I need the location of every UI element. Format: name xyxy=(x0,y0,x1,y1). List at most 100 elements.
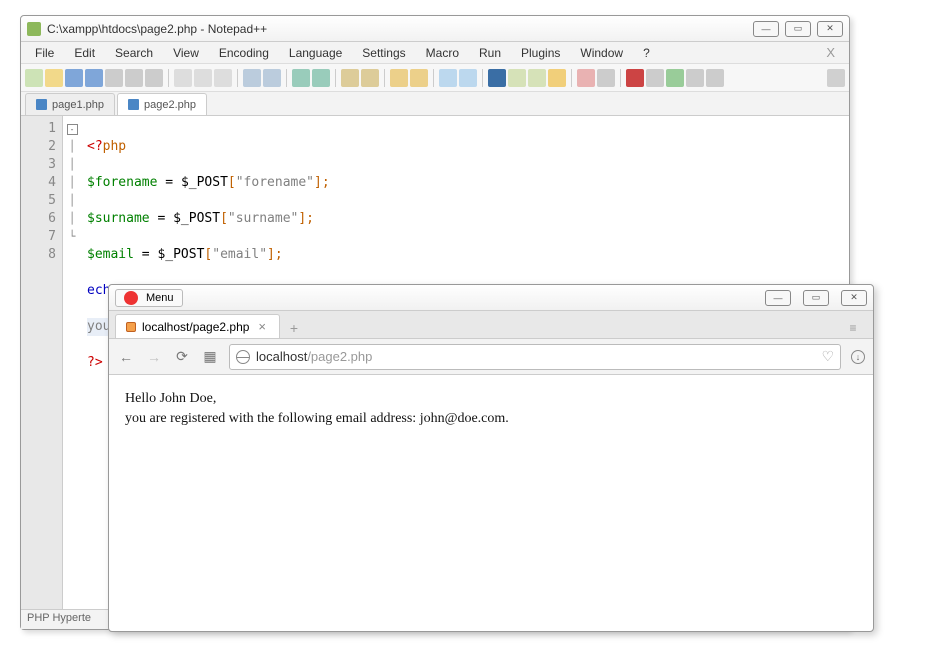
file-tab-page2[interactable]: page2.php xyxy=(117,93,207,115)
browser-window: Menu — ▭ ✕ localhost/page2.php × + ≡ ← →… xyxy=(108,284,874,632)
tab-label: page2.php xyxy=(144,99,196,111)
close-button[interactable]: ✕ xyxy=(817,21,843,37)
menu-plugins[interactable]: Plugins xyxy=(511,44,570,62)
file-tab-page1[interactable]: page1.php xyxy=(25,93,115,115)
toolbar-undo-icon[interactable] xyxy=(243,69,261,87)
toolbar-invis-icon[interactable] xyxy=(459,69,477,87)
reload-button[interactable]: ⟳ xyxy=(173,348,191,366)
toolbar-separator xyxy=(168,69,169,87)
opera-menu-button[interactable]: Menu xyxy=(115,289,183,307)
browser-titlebar[interactable]: Menu — ▭ ✕ xyxy=(109,285,873,311)
forward-button[interactable]: → xyxy=(145,348,163,366)
minimize-button[interactable]: — xyxy=(753,21,779,37)
address-bar[interactable]: localhost/page2.php ♡ xyxy=(229,344,841,370)
bookmark-icon[interactable]: ♡ xyxy=(821,348,834,365)
browser-maximize-button[interactable]: ▭ xyxy=(803,290,829,306)
toolbar-separator xyxy=(620,69,621,87)
speed-dial-button[interactable]: ▦ xyxy=(201,348,219,366)
browser-tab-label: localhost/page2.php xyxy=(142,320,249,334)
opera-icon xyxy=(124,291,138,305)
toolbar-indent-icon[interactable] xyxy=(488,69,506,87)
menu-close-x[interactable]: X xyxy=(816,45,845,60)
line-number: 3 xyxy=(21,156,56,174)
menu-edit[interactable]: Edit xyxy=(64,44,105,62)
toolbar-separator xyxy=(571,69,572,87)
toolbar-savemacro-icon[interactable] xyxy=(706,69,724,87)
tab-close-icon[interactable]: × xyxy=(255,319,269,334)
notepad-app-icon xyxy=(27,22,41,36)
fold-toggle-icon[interactable]: - xyxy=(67,124,78,135)
toolbar-doclist-icon[interactable] xyxy=(597,69,615,87)
toolbar-separator xyxy=(237,69,238,87)
menu-encoding[interactable]: Encoding xyxy=(209,44,279,62)
menu-run[interactable]: Run xyxy=(469,44,511,62)
toolbar-open-icon[interactable] xyxy=(45,69,63,87)
toolbar-sync-icon[interactable] xyxy=(390,69,408,87)
browser-tab-bar: localhost/page2.php × + ≡ xyxy=(109,311,873,339)
toolbar-doc-icon[interactable] xyxy=(548,69,566,87)
line-number: 4 xyxy=(21,174,56,192)
toolbar-closeall-icon[interactable] xyxy=(125,69,143,87)
browser-extensions-icon[interactable]: ≡ xyxy=(839,318,867,338)
toolbar-separator xyxy=(335,69,336,87)
line-number: 2 xyxy=(21,138,56,156)
menu-settings[interactable]: Settings xyxy=(352,44,415,62)
toolbar-play-icon[interactable] xyxy=(666,69,684,87)
toolbar-zoomout-icon[interactable] xyxy=(361,69,379,87)
line-number: 5 xyxy=(21,192,56,210)
toolbar-playmulti-icon[interactable] xyxy=(686,69,704,87)
maximize-button[interactable]: ▭ xyxy=(785,21,811,37)
line-number: 1 xyxy=(21,120,56,138)
toolbar-print-icon[interactable] xyxy=(145,69,163,87)
toolbar-saveall-icon[interactable] xyxy=(85,69,103,87)
toolbar-close-icon[interactable] xyxy=(105,69,123,87)
toolbar-right-icon[interactable] xyxy=(827,69,845,87)
globe-icon xyxy=(236,350,250,364)
menu-file[interactable]: File xyxy=(25,44,64,62)
fold-column: - │││ ││└ xyxy=(63,116,81,609)
tab-label: page1.php xyxy=(52,99,104,111)
toolbar-cut-icon[interactable] xyxy=(174,69,192,87)
menu-search[interactable]: Search xyxy=(105,44,163,62)
toolbar-save-icon[interactable] xyxy=(65,69,83,87)
toolbar-stop-icon[interactable] xyxy=(646,69,664,87)
menu-view[interactable]: View xyxy=(163,44,209,62)
browser-tab[interactable]: localhost/page2.php × xyxy=(115,314,280,338)
toolbar-separator xyxy=(433,69,434,87)
toolbar-separator xyxy=(482,69,483,87)
toolbar-sync2-icon[interactable] xyxy=(410,69,428,87)
toolbar-paste-icon[interactable] xyxy=(214,69,232,87)
file-icon xyxy=(128,99,139,110)
toolbar-replace-icon[interactable] xyxy=(312,69,330,87)
toolbar-zoomin-icon[interactable] xyxy=(341,69,359,87)
toolbar-copy-icon[interactable] xyxy=(194,69,212,87)
status-text: PHP Hyperte xyxy=(27,612,91,624)
menu-language[interactable]: Language xyxy=(279,44,352,62)
toolbar-separator xyxy=(384,69,385,87)
line-number-gutter: 1 2 3 4 5 6 7 8 xyxy=(21,116,63,609)
line-number: 6 xyxy=(21,210,56,228)
new-tab-button[interactable]: + xyxy=(284,318,304,338)
menu-window[interactable]: Window xyxy=(570,44,633,62)
toolbar-record-icon[interactable] xyxy=(626,69,644,87)
browser-minimize-button[interactable]: — xyxy=(765,290,791,306)
toolbar-folder-icon[interactable] xyxy=(577,69,595,87)
page-line: Hello John Doe, xyxy=(125,389,857,409)
page-line: you are registered with the following em… xyxy=(125,409,857,429)
back-button[interactable]: ← xyxy=(117,348,135,366)
page-content: Hello John Doe, you are registered with … xyxy=(109,375,873,442)
browser-toolbar: ← → ⟳ ▦ localhost/page2.php ♡ ↓ xyxy=(109,339,873,375)
toolbar-fold-icon[interactable] xyxy=(508,69,526,87)
downloads-icon[interactable]: ↓ xyxy=(851,350,865,364)
menu-bar: File Edit Search View Encoding Language … xyxy=(21,42,849,64)
toolbar-wrap-icon[interactable] xyxy=(439,69,457,87)
toolbar xyxy=(21,64,849,92)
menu-macro[interactable]: Macro xyxy=(416,44,469,62)
notepad-titlebar[interactable]: C:\xampp\htdocs\page2.php - Notepad++ — … xyxy=(21,16,849,42)
toolbar-new-icon[interactable] xyxy=(25,69,43,87)
toolbar-find-icon[interactable] xyxy=(292,69,310,87)
browser-close-button[interactable]: ✕ xyxy=(841,290,867,306)
menu-help[interactable]: ? xyxy=(633,44,660,62)
toolbar-unfold-icon[interactable] xyxy=(528,69,546,87)
toolbar-redo-icon[interactable] xyxy=(263,69,281,87)
